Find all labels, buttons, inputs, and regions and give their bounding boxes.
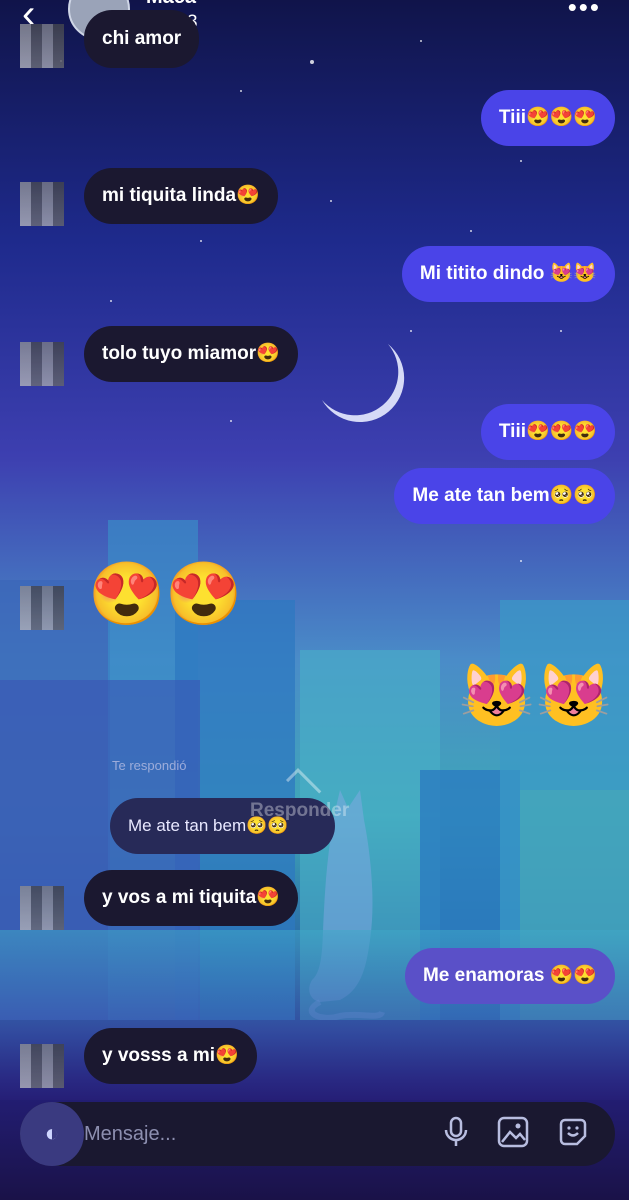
sender-avatar[interactable] (20, 182, 64, 226)
message-bubble-incoming[interactable]: y vosss a mi😍 (84, 1028, 257, 1084)
message-composer: ◐ Mensaje... (20, 1102, 615, 1166)
message-bubble-incoming[interactable]: y vos a mi tiquita😍 (84, 870, 298, 926)
sender-avatar[interactable] (20, 586, 64, 630)
sender-avatar[interactable] (20, 1044, 64, 1088)
sender-avatar[interactable] (20, 886, 64, 930)
message-bubble-outgoing[interactable]: Tiii😍😍😍 (480, 90, 615, 146)
message-bubble-outgoing[interactable]: Me enamoras 😍😍 (404, 948, 615, 1004)
message-input[interactable]: Mensaje... (84, 1102, 176, 1166)
sticker-icon (559, 1118, 587, 1146)
message-bubble-outgoing[interactable]: Tiii😍😍😍 (480, 404, 615, 460)
sender-avatar[interactable] (20, 24, 64, 68)
gallery-button[interactable] (495, 1116, 531, 1152)
emoji-message-incoming[interactable]: 😍😍 (88, 560, 242, 630)
sticker-button[interactable] (555, 1116, 591, 1152)
camera-button[interactable]: ◐ (20, 1102, 84, 1166)
reply-label: Te respondió (112, 758, 187, 773)
message-bubble-incoming[interactable]: tolo tuyo miamor😍 (84, 326, 298, 382)
sender-avatar[interactable] (20, 342, 64, 386)
emoji-message-outgoing[interactable]: 😻😻 (458, 662, 612, 732)
message-bubble-outgoing[interactable]: Mi titito dindo 😻😻 (401, 246, 615, 302)
image-icon (497, 1116, 529, 1148)
message-bubble-outgoing[interactable]: Me ate tan bem🥺🥺 (394, 468, 615, 524)
more-options-button[interactable]: ••• (568, 0, 601, 23)
camera-icon: ◐ (44, 1120, 60, 1147)
microphone-icon (444, 1116, 468, 1146)
message-bubble-incoming[interactable]: chi amor (84, 10, 200, 68)
moon-illustration (322, 344, 405, 423)
contact-name[interactable]: Maca (146, 0, 196, 9)
message-bubble-incoming[interactable]: mi tiquita linda😍 (84, 168, 278, 224)
more-horizontal-icon: ••• (567, 0, 601, 22)
microphone-button[interactable] (438, 1116, 474, 1152)
reply-hint[interactable]: Responder (250, 800, 349, 822)
